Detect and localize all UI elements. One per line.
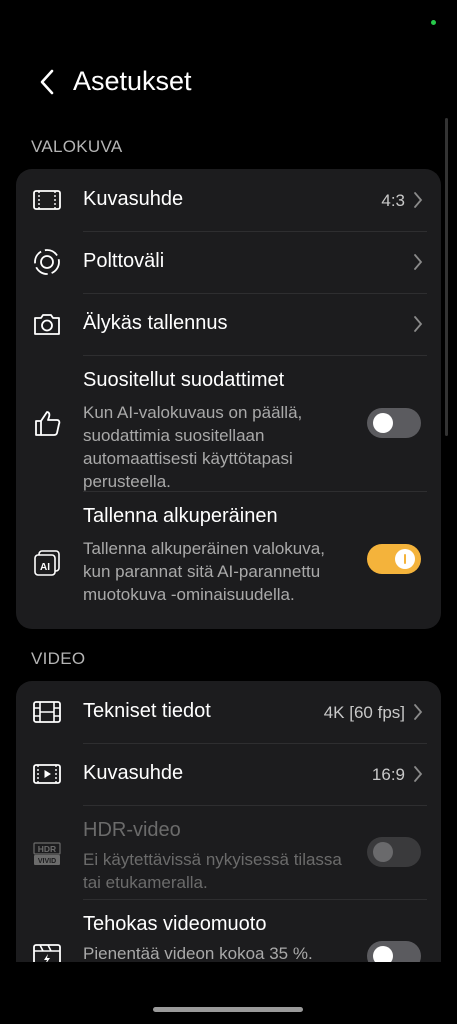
photo-aspect-ratio-label: Kuvasuhde [83,188,184,210]
video-specs-value: 4K [60 fps] [323,703,405,722]
save-original-row[interactable]: AI Tallenna alkuperäinen Tallenna alkupe… [16,491,441,627]
focal-length-icon [30,245,64,279]
app-header: Asetukset [0,58,457,106]
svg-text:AI: AI [40,562,50,573]
video-aspect-ratio-value: 16:9 [371,765,405,784]
recommended-filters-label: Suositellut suodattimet [83,369,285,391]
chevron-right-icon [411,702,425,722]
smart-save-label: Älykäs tallennus [83,312,228,334]
recommended-filters-row[interactable]: Suositellut suodattimet Kun AI-valokuvau… [16,355,441,491]
efficient-format-label: Tehokas videomuoto [83,913,267,935]
hdr-vivid-icon: HDR VIVID [30,837,64,871]
hdr-video-row: HDR VIVID HDR-video Ei käytettävissä nyk… [16,805,441,899]
toggle-knob [373,842,393,862]
chevron-left-icon [40,69,54,95]
hdr-video-toggle [367,837,421,867]
focal-length-label: Polttoväli [83,250,165,272]
section-label-photo: VALOKUVA [31,137,123,156]
recommended-filters-description: Kun AI-valokuvaus on päällä, suodattimia… [83,403,303,491]
page-title: Asetukset [73,66,192,96]
save-original-description: Tallenna alkuperäinen valokuva, kun para… [83,539,325,604]
camera-indicator-dot [431,20,436,25]
toggle-knob [373,413,393,433]
chevron-right-icon [411,190,425,210]
video-aspect-ratio-icon [30,757,64,791]
home-indicator[interactable] [153,1007,303,1012]
back-button[interactable] [30,62,64,102]
video-settings-card: Tekniset tiedot 4K [60 fps] Kuvasuhde 16… [16,681,441,981]
ai-image-icon: AI [30,546,64,580]
film-icon [30,695,64,729]
chevron-right-icon [411,764,425,784]
video-specs-label: Tekniset tiedot [83,700,211,722]
scrollbar[interactable] [445,118,448,436]
photo-aspect-ratio-row[interactable]: Kuvasuhde 4:3 [16,169,441,231]
save-original-toggle[interactable] [367,544,421,574]
chevron-right-icon [411,252,425,272]
photo-aspect-ratio-value: 4:3 [381,191,405,210]
photo-settings-card: Kuvasuhde 4:3 Polttoväli Älykäs tallennu… [16,169,441,629]
video-aspect-ratio-label: Kuvasuhde [83,762,184,784]
toggle-knob [395,549,415,569]
navigation-bar-area [0,962,457,1024]
vivid-icon-text: VIVID [38,858,56,865]
video-specs-row[interactable]: Tekniset tiedot 4K [60 fps] [16,681,441,743]
section-label-video: VIDEO [31,649,86,668]
hdr-icon-text: HDR [38,844,56,854]
hdr-video-label: HDR-video [83,819,181,841]
recommended-filters-toggle[interactable] [367,408,421,438]
video-aspect-ratio-row[interactable]: Kuvasuhde 16:9 [16,743,441,805]
aspect-ratio-icon [30,183,64,217]
hdr-video-description: Ei käytettävissä nykyisessä tilassa tai … [83,850,342,892]
camera-icon [30,307,64,341]
smart-save-row[interactable]: Älykäs tallennus [16,293,441,355]
save-original-label: Tallenna alkuperäinen [83,505,278,527]
thumbs-up-icon [30,406,64,440]
chevron-right-icon [411,314,425,334]
focal-length-row[interactable]: Polttoväli [16,231,441,293]
